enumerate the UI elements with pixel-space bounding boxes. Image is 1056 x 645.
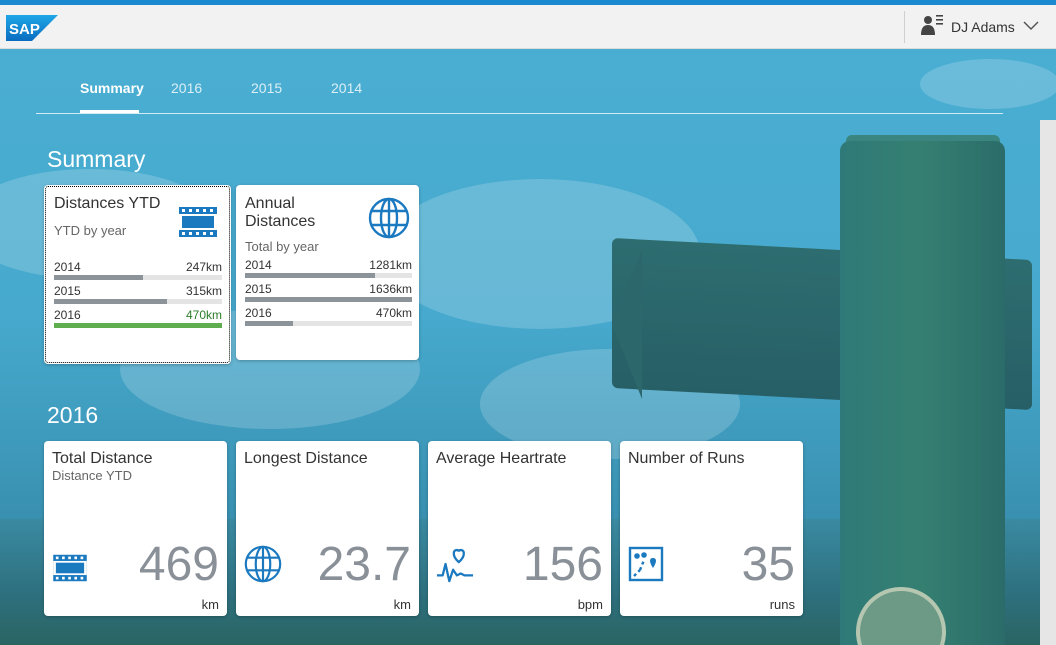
kpi-value: 23.7 (317, 538, 411, 591)
bar-label: 2014 (54, 260, 81, 274)
bar-label: 2014 (245, 258, 272, 272)
bar-value: 247km (185, 260, 222, 274)
total-distance-tile[interactable]: Total Distance Distance YTD 469 km (44, 441, 227, 616)
user-menu[interactable]: DJ Adams (904, 11, 1056, 43)
sap-logo[interactable]: SAP (6, 15, 58, 41)
shell-header: SAP DJ Adams (0, 5, 1056, 49)
kpi-value: 156 (522, 538, 603, 591)
kpi-value: 35 (741, 538, 795, 591)
bar-fill (54, 275, 144, 280)
bar-value: 470km (375, 306, 412, 320)
tile-title: Longest Distance (244, 450, 368, 467)
user-name: DJ Adams (951, 19, 1015, 35)
chevron-down-icon (1023, 18, 1039, 36)
route-map-icon (628, 546, 664, 587)
tile-title: Annual Distances (245, 195, 316, 230)
summary-section-title: Summary (47, 146, 146, 172)
distances-ytd-tile[interactable]: Distances YTD YTD by year 2014 247km 201… (44, 185, 231, 364)
year-tab-bar: Summary 2016 2015 2014 (36, 64, 1003, 114)
tile-title: Distances YTD (54, 195, 161, 212)
film-strip-icon (178, 205, 218, 244)
bar-fill (245, 321, 294, 326)
kpi-unit: runs (769, 597, 795, 612)
bar-value: 1636km (369, 282, 412, 296)
bar-label: 2015 (54, 284, 81, 298)
bar-label: 2015 (245, 282, 272, 296)
tab-2015[interactable]: 2015 (251, 80, 282, 96)
heart-rate-icon (436, 545, 474, 588)
kpi-unit: km (201, 597, 219, 612)
tile-title: Average Heartrate (436, 450, 567, 467)
tile-subtitle: Total by year (245, 239, 319, 254)
sap-logo-text: SAP (9, 21, 40, 38)
selected-tab-indicator (80, 110, 139, 113)
tab-2014[interactable]: 2014 (331, 80, 362, 96)
user-icon (921, 14, 943, 41)
average-heartrate-tile[interactable]: Average Heartrate 156 bpm (428, 441, 611, 616)
annual-distances-tile[interactable]: Annual Distances Total by year 2014 1281… (236, 185, 419, 360)
kpi-unit: km (393, 597, 411, 612)
bar-row-2015: 2015 315km (54, 284, 222, 308)
bar-row-2016: 2016 470km (54, 308, 222, 332)
bar-value: 315km (185, 284, 222, 298)
tile-title: Total Distance (52, 450, 153, 467)
tile-title: Number of Runs (628, 450, 745, 467)
globe-icon (244, 545, 282, 588)
vertical-scrollbar[interactable] (1040, 120, 1056, 645)
bar-label: 2016 (245, 306, 272, 320)
bar-value: 470km (185, 308, 222, 322)
film-strip-icon (52, 553, 88, 588)
tile-subtitle: Distance YTD (52, 468, 132, 483)
tile-subtitle: YTD by year (54, 223, 127, 238)
kpi-unit: bpm (577, 597, 603, 612)
bar-fill (54, 299, 167, 304)
bar-row-2016: 2016 470km (245, 306, 412, 330)
globe-icon (368, 197, 410, 244)
bar-fill (245, 297, 412, 302)
bar-fill (54, 323, 222, 328)
year-section-title: 2016 (47, 402, 99, 428)
longest-distance-tile[interactable]: Longest Distance 23.7 km (236, 441, 419, 616)
bar-row-2014: 2014 247km (54, 260, 222, 284)
bar-row-2014: 2014 1281km (245, 258, 412, 282)
number-of-runs-tile[interactable]: Number of Runs 35 runs (620, 441, 803, 616)
bar-value: 1281km (369, 258, 412, 272)
tab-summary[interactable]: Summary (80, 80, 144, 96)
bar-label: 2016 (54, 308, 81, 322)
bar-fill (245, 273, 376, 278)
kpi-value: 469 (138, 538, 219, 591)
tab-2016[interactable]: 2016 (171, 80, 202, 96)
bar-row-2015: 2015 1636km (245, 282, 412, 306)
